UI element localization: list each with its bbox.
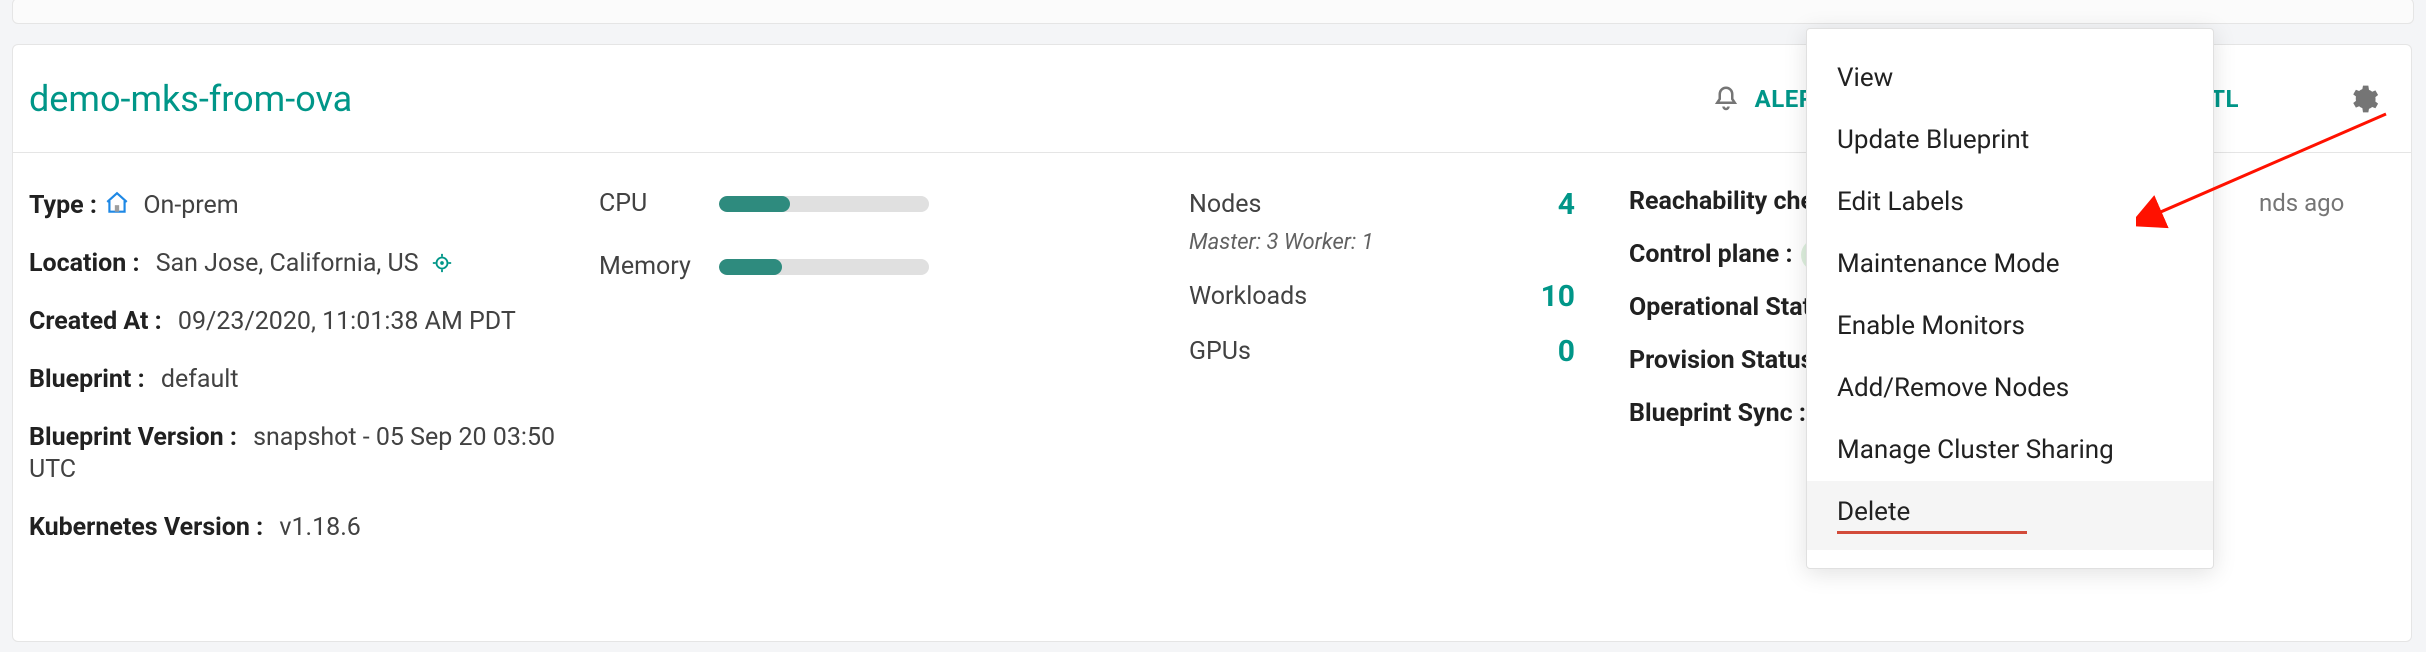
blueprint-label: Blueprint : [29,365,145,394]
cpu-label: CPU [599,189,719,218]
menu-add-remove-nodes[interactable]: Add/Remove Nodes [1807,357,2213,419]
control-plane-label: Control plane : [1629,240,1793,269]
nodes-breakdown: Master: 3 Worker: 1 [1189,230,1629,255]
menu-maintenance-mode[interactable]: Maintenance Mode [1807,233,2213,295]
memory-row: Memory [599,252,1189,281]
blueprint-value: default [161,365,239,394]
cpu-bar-fill [719,196,790,212]
bell-icon [1711,84,1741,114]
timestamp-peek: nds ago [2259,189,2379,217]
workloads-value: 10 [1541,279,1575,314]
previous-card-edge [12,0,2414,24]
workloads-label: Workloads [1189,282,1307,311]
memory-bar [719,259,929,275]
nodes-label: Nodes [1189,190,1261,219]
menu-view[interactable]: View [1807,47,2213,109]
k8s-value: v1.18.6 [279,513,361,542]
location-label: Location : [29,249,140,278]
blueprint-sync-label: Blueprint Sync : [1629,399,1806,428]
counts-column: Nodes 4 Master: 3 Worker: 1 Workloads 10… [1189,187,1629,570]
menu-manage-sharing[interactable]: Manage Cluster Sharing [1807,419,2213,481]
cpu-bar [719,196,929,212]
gpus-label: GPUs [1189,337,1251,366]
bpver-label: Blueprint Version : [29,423,237,452]
details-column: Type : On-prem Location : San Jose, Cali… [29,187,599,570]
onprem-icon [103,190,131,216]
nodes-value: 4 [1558,187,1575,222]
cluster-title[interactable]: demo-mks-from-ova [29,78,352,120]
memory-bar-fill [719,259,782,275]
location-value: San Jose, California, US [156,249,419,278]
type-value: On-prem [143,191,238,220]
memory-label: Memory [599,252,719,281]
created-value: 09/23/2020, 11:01:38 AM PDT [178,307,516,336]
menu-update-blueprint[interactable]: Update Blueprint [1807,109,2213,171]
created-label: Created At : [29,307,162,336]
gear-icon[interactable] [2347,83,2379,115]
resources-column: CPU Memory [599,187,1189,570]
cpu-row: CPU [599,189,1189,218]
menu-edit-labels[interactable]: Edit Labels [1807,171,2213,233]
menu-delete[interactable]: Delete [1807,481,2213,550]
location-target-icon[interactable] [431,251,453,283]
gpus-value: 0 [1558,334,1575,369]
k8s-label: Kubernetes Version : [29,513,263,542]
menu-enable-monitors[interactable]: Enable Monitors [1807,295,2213,357]
type-label: Type : [29,191,97,220]
cluster-actions-menu: View Update Blueprint Edit Labels Mainte… [1806,28,2214,569]
